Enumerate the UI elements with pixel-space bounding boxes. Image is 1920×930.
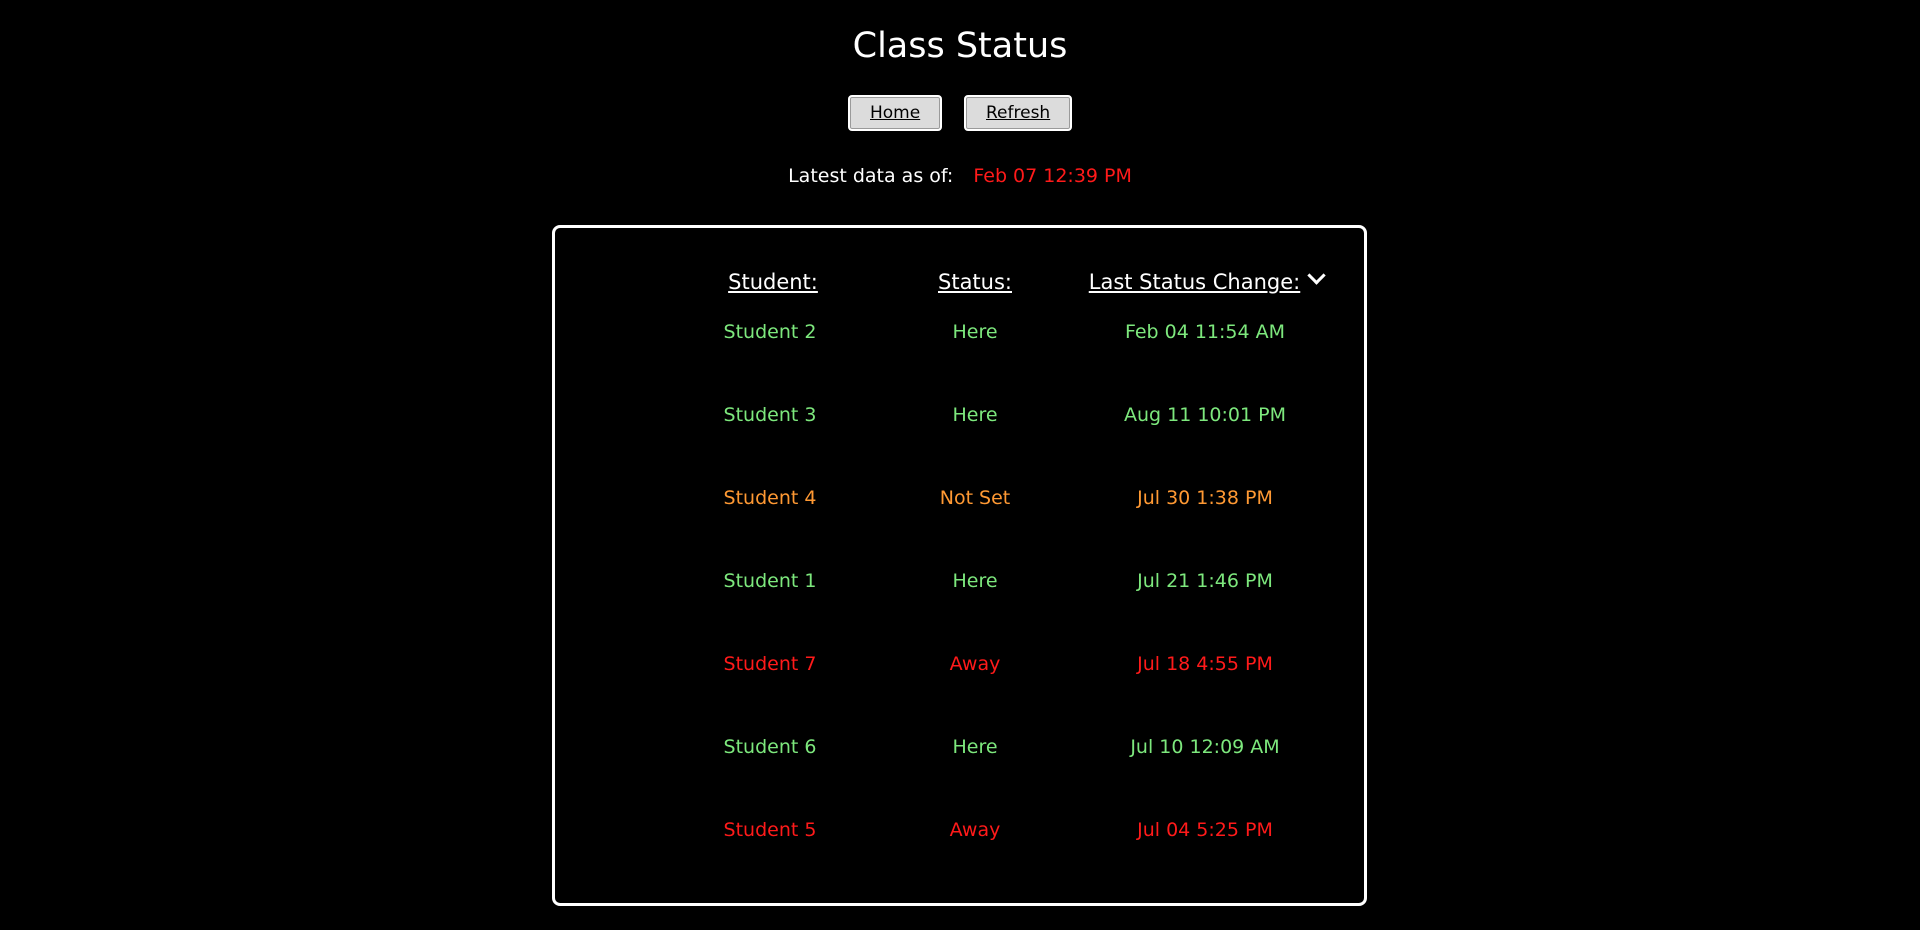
last-change-cell: Jul 18 4:55 PM [1137,653,1273,675]
status-cell: Away [949,819,1001,841]
latest-data-timestamp: Feb 07 12:39 PM [973,165,1132,187]
header-status: Status: [875,265,1075,299]
last-change-cell: Aug 11 10:01 PM [1123,404,1286,426]
table-row: Student 6 Here Jul 10 12:09 AM [555,730,1364,764]
table-header: Student: Status: Last Status Change: [555,265,1364,299]
status-cell: Here [952,570,998,592]
last-change-cell: Jul 30 1:38 PM [1137,487,1273,509]
table-row: Student 7 Away Jul 18 4:55 PM [555,647,1364,681]
header-status-label[interactable]: Status: [938,270,1012,294]
table-row: Student 3 Here Aug 11 10:01 PM [555,398,1364,432]
latest-data-line: Latest data as of: Feb 07 12:39 PM [0,162,1920,190]
student-name-cell: Student 2 [723,321,817,343]
table-row: Student 5 Away Jul 04 5:25 PM [555,813,1364,847]
header-student: Student: [673,265,873,299]
student-name-cell: Student 4 [723,487,817,509]
table-row: Student 1 Here Jul 21 1:46 PM [555,564,1364,598]
student-name-cell: Student 1 [723,570,817,592]
button-row: Home Refresh [0,95,1920,131]
student-name-cell: Student 7 [723,653,817,675]
status-cell: Here [952,404,998,426]
status-cell: Here [952,321,998,343]
latest-data-label: Latest data as of: [788,165,954,187]
status-cell: Not Set [939,487,1011,509]
student-name-cell: Student 5 [723,819,817,841]
table-row: Student 4 Not Set Jul 30 1:38 PM [555,481,1364,515]
status-table-panel: Student: Status: Last Status Change: Stu… [552,225,1367,906]
page: Class Status Home Refresh Latest data as… [0,0,1920,930]
table-row: Student 2 Here Feb 04 11:54 AM [555,315,1364,349]
refresh-button[interactable]: Refresh [964,95,1072,131]
page-title: Class Status [852,26,1068,66]
chevron-down-icon[interactable] [1307,266,1326,285]
student-name-cell: Student 6 [723,736,817,758]
header-student-label[interactable]: Student: [728,270,818,294]
student-name-cell: Student 3 [723,404,817,426]
last-change-cell: Jul 04 5:25 PM [1137,819,1273,841]
status-cell: Away [949,653,1001,675]
header-last-change-label[interactable]: Last Status Change: [1089,270,1301,294]
status-cell: Here [952,736,998,758]
header-last-change: Last Status Change: [1061,265,1351,299]
home-button[interactable]: Home [848,95,942,131]
last-change-cell: Jul 21 1:46 PM [1137,570,1273,592]
last-change-cell: Feb 04 11:54 AM [1124,321,1286,343]
last-change-cell: Jul 10 12:09 AM [1130,736,1280,758]
